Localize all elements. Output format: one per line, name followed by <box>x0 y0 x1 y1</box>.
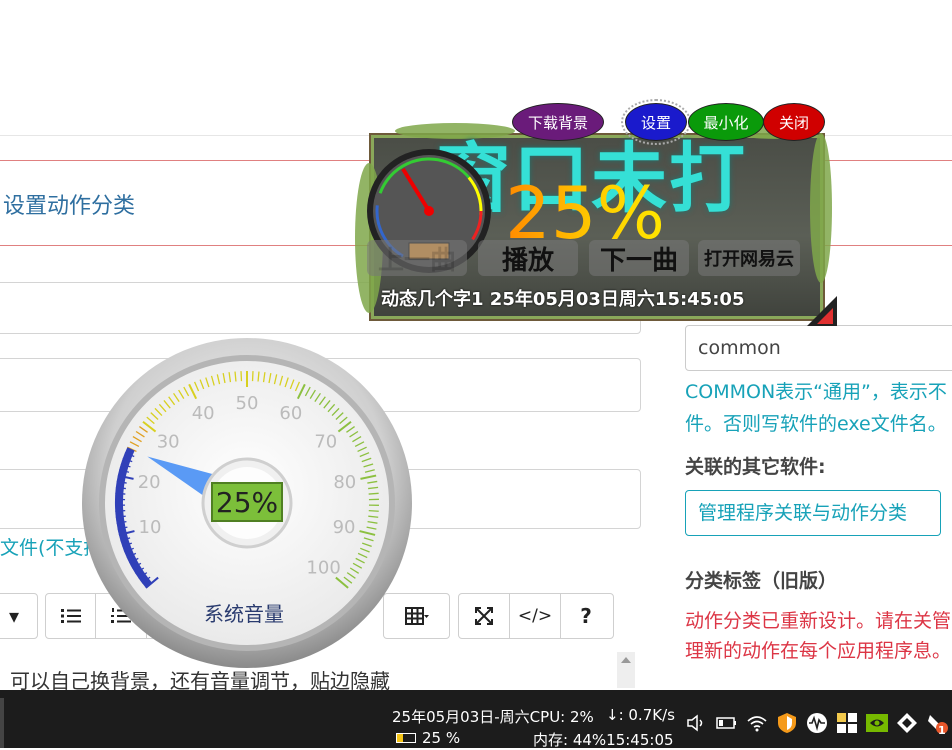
gauge-tick-label: 40 <box>192 403 215 424</box>
code-view-button[interactable]: </> <box>510 594 561 638</box>
next-track-button[interactable]: 下一曲 <box>589 240 689 276</box>
ivy-decoration <box>810 133 832 283</box>
editor-toolbar-group: ▾ <box>0 593 38 639</box>
gauge-tick <box>235 372 236 382</box>
gauge-percent-text: 25% <box>216 486 278 519</box>
fullscreen-icon[interactable] <box>459 594 510 638</box>
software-input[interactable]: common <box>685 325 952 371</box>
grid-app-icon[interactable] <box>836 712 858 734</box>
download-background-button[interactable]: 下载背景 <box>512 103 604 141</box>
network-speed-text: ↓: 0.7K/s <box>606 706 675 724</box>
gauge-tick-label: 80 <box>333 472 356 493</box>
nvidia-icon[interactable] <box>866 712 888 734</box>
gauge-label: 系统音量 <box>204 598 284 627</box>
volume-gauge[interactable]: 10 20 30 40 50 60 70 80 90 100 25% 系统音量 <box>80 336 414 670</box>
prev-track-button[interactable]: 上一曲 <box>367 240 467 276</box>
battery-percent-text: 25 % <box>422 729 460 747</box>
taskbar-edge <box>0 698 4 748</box>
category-notice: 动作分类已重新设计。请在关管理新的动作在每个应用程序息。 <box>685 606 952 666</box>
category-tags-label: 分类标签（旧版） <box>685 566 837 593</box>
gauge-tick-label: 60 <box>279 403 302 424</box>
editor-toolbar-group: </> ? <box>458 593 614 639</box>
minimize-button[interactable]: 最小化 <box>688 103 764 141</box>
gauge-tick-label: 30 <box>157 431 180 452</box>
help-button[interactable]: ? <box>561 594 611 638</box>
gauge-percent-display: 25% <box>211 482 283 522</box>
memory-time-text: 内存: 44%15:45:05 <box>533 729 674 750</box>
widget-status-line: 动态几个字1 25年05月03日周六15:45:05 <box>381 285 744 311</box>
resize-grip-marker <box>817 308 833 324</box>
battery-mini-icon <box>396 733 416 743</box>
scrollbar[interactable] <box>617 652 635 688</box>
notification-badge: 1 <box>938 724 946 737</box>
gauge-tick <box>369 511 379 512</box>
volume-icon[interactable] <box>686 712 708 734</box>
close-button[interactable]: 关闭 <box>763 103 825 141</box>
gauge-tick-label: 70 <box>314 431 337 452</box>
related-software-label: 关联的其它软件: <box>685 452 826 479</box>
diamond-app-icon[interactable] <box>896 712 918 734</box>
battery-icon[interactable] <box>716 712 738 734</box>
shield-icon[interactable] <box>776 712 798 734</box>
software-help-text: COMMON表示“通用”，表示不件。否则写软件的exe文件名。 <box>685 376 952 440</box>
wifi-icon[interactable] <box>746 712 768 734</box>
gauge-tick <box>258 372 259 382</box>
audio-wave-icon[interactable] <box>806 712 828 734</box>
settings-button[interactable]: 设置 <box>625 103 687 141</box>
gauge-tick-label: 90 <box>333 517 356 538</box>
page-heading: 设置动作分类 <box>3 188 135 220</box>
open-netease-button[interactable]: 打开网易云 <box>698 240 800 276</box>
gauge-tick-label: 10 <box>139 517 162 538</box>
music-widget[interactable]: 窗口未打 25% 下载背景 设置 最小化 关闭 上一曲 播放 下一曲 打开网易云… <box>355 103 835 318</box>
datetime-cpu-text: 25年05月03日-周六CPU: 2% <box>392 706 594 727</box>
manage-association-button[interactable]: 管理程序关联与动作分类 <box>685 490 941 536</box>
play-button[interactable]: 播放 <box>478 240 578 276</box>
gauge-tick <box>369 493 379 494</box>
gauge-tick-label: 100 <box>306 557 340 578</box>
gauge-tick-label: 50 <box>236 393 259 414</box>
gauge-tick-label: 20 <box>138 472 161 493</box>
dropdown-caret-icon[interactable]: ▾ <box>0 594 37 638</box>
